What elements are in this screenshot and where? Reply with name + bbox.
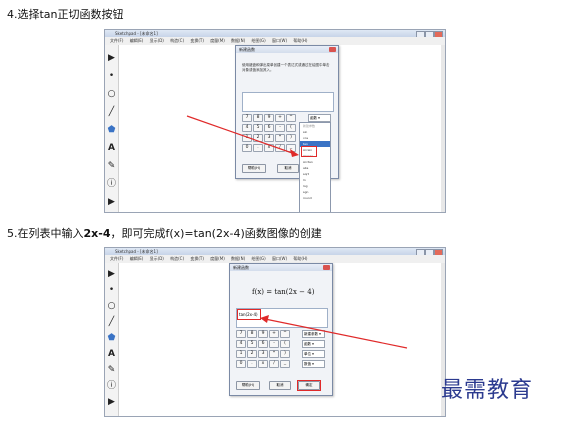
- step5-title: 5.在列表中输入2x-4，即可完成f(x)=tan(2x-4)函数图像的创建: [7, 225, 322, 241]
- step4-text: 4.选择tan正切函数按钮: [7, 8, 124, 21]
- step5-bold: 2x-4: [83, 227, 111, 240]
- step5-prefix: 5.在列表中输入: [7, 227, 84, 240]
- annotation-arrow-1: [186, 115, 299, 157]
- step5-suffix: ，即可完成f(x)=tan(2x-4)函数图像的创建: [110, 227, 322, 240]
- annotation-arrow-2: [260, 315, 408, 349]
- screenshot-step5: Sketchpad - [未命名1] 文件(F) 编辑(E) 显示(D) 构造(…: [104, 247, 446, 417]
- screenshot-step4: Sketchpad - [未命名1] 文件(F) 编辑(E) 显示(D) 构造(…: [104, 29, 446, 213]
- watermark-logo: 最需教育: [441, 378, 534, 403]
- step4-title: 4.选择tan正切函数按钮: [7, 6, 124, 22]
